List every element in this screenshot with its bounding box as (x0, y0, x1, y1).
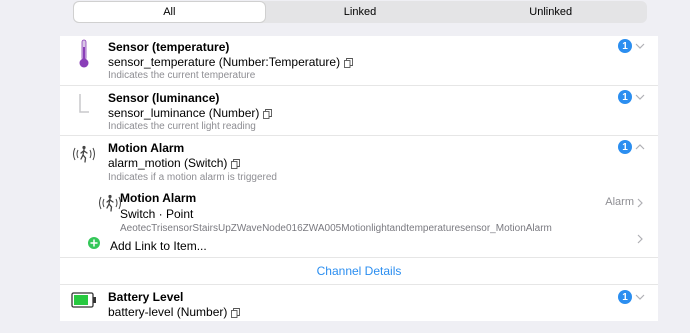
channel-id-text: sensor_temperature (Number:Temperature) (108, 55, 341, 69)
chevron-down-icon[interactable] (634, 291, 646, 303)
channel-id-type: sensor_temperature (Number:Temperature) (108, 55, 354, 69)
channel-details-link[interactable]: Channel Details (60, 264, 658, 278)
channel-row-motion[interactable]: Motion Alarm alarm_motion (Switch) Indic… (60, 136, 658, 188)
channel-description: Indicates if a motion alarm is triggered (108, 172, 277, 183)
chevron-up-icon[interactable] (634, 141, 646, 153)
linked-item-title: Motion Alarm (120, 191, 197, 205)
link-count-badge: 1 (618, 90, 632, 104)
channel-details-row: Channel Details (60, 258, 658, 285)
add-icon (88, 237, 100, 249)
tab-all[interactable]: All (74, 2, 265, 22)
link-count-badge: 1 (618, 140, 632, 154)
link-filter-segmented: All Linked Unlinked (73, 1, 647, 23)
linked-item-row[interactable]: Motion Alarm Switch · Point AeotecTrisen… (60, 188, 658, 234)
linked-item-type: Switch · Point (120, 207, 194, 221)
copy-icon[interactable] (344, 57, 354, 68)
channel-title: Motion Alarm (108, 141, 185, 155)
chevron-right-icon[interactable] (634, 233, 646, 245)
battery-icon (60, 291, 108, 309)
channel-description: Indicates the current temperature (108, 70, 256, 81)
tab-linked[interactable]: Linked (265, 2, 456, 22)
add-link-row[interactable]: Add Link to Item... (60, 233, 658, 258)
chevron-down-icon[interactable] (634, 91, 646, 103)
channel-title: Battery Level (108, 290, 184, 304)
channel-title: Sensor (temperature) (108, 40, 230, 54)
channel-id-type: battery-level (Number) (108, 305, 241, 319)
chevron-right-icon[interactable] (634, 197, 646, 209)
channel-description: Indicates the current light reading (108, 121, 256, 132)
thermometer-icon (60, 39, 108, 69)
channel-id-type: sensor_luminance (Number) (108, 106, 273, 120)
tab-unlinked[interactable]: Unlinked (455, 2, 646, 22)
channel-id-text: sensor_luminance (Number) (108, 106, 260, 120)
copy-icon[interactable] (231, 307, 241, 318)
item-tag: Alarm (605, 196, 634, 208)
chevron-down-icon[interactable] (634, 40, 646, 52)
link-count-badge: 1 (618, 290, 632, 304)
copy-icon[interactable] (231, 158, 241, 169)
copy-icon[interactable] (263, 108, 273, 119)
channel-id-text: alarm_motion (Switch) (108, 156, 228, 170)
add-link-label: Add Link to Item... (110, 239, 207, 253)
channel-row-luminance[interactable]: Sensor (luminance) sensor_luminance (Num… (60, 86, 658, 136)
luminance-icon (60, 94, 108, 114)
channel-title: Sensor (luminance) (108, 91, 220, 105)
channel-id-type: alarm_motion (Switch) (108, 156, 241, 170)
channel-row-temperature[interactable]: Sensor (temperature) sensor_temperature … (60, 36, 658, 86)
channel-id-text: battery-level (Number) (108, 305, 228, 319)
channel-list: Sensor (temperature) sensor_temperature … (60, 36, 658, 321)
motion-icon (60, 144, 108, 164)
link-count-badge: 1 (618, 39, 632, 53)
channel-row-battery[interactable]: Battery Level battery-level (Number) 1 (60, 285, 658, 321)
